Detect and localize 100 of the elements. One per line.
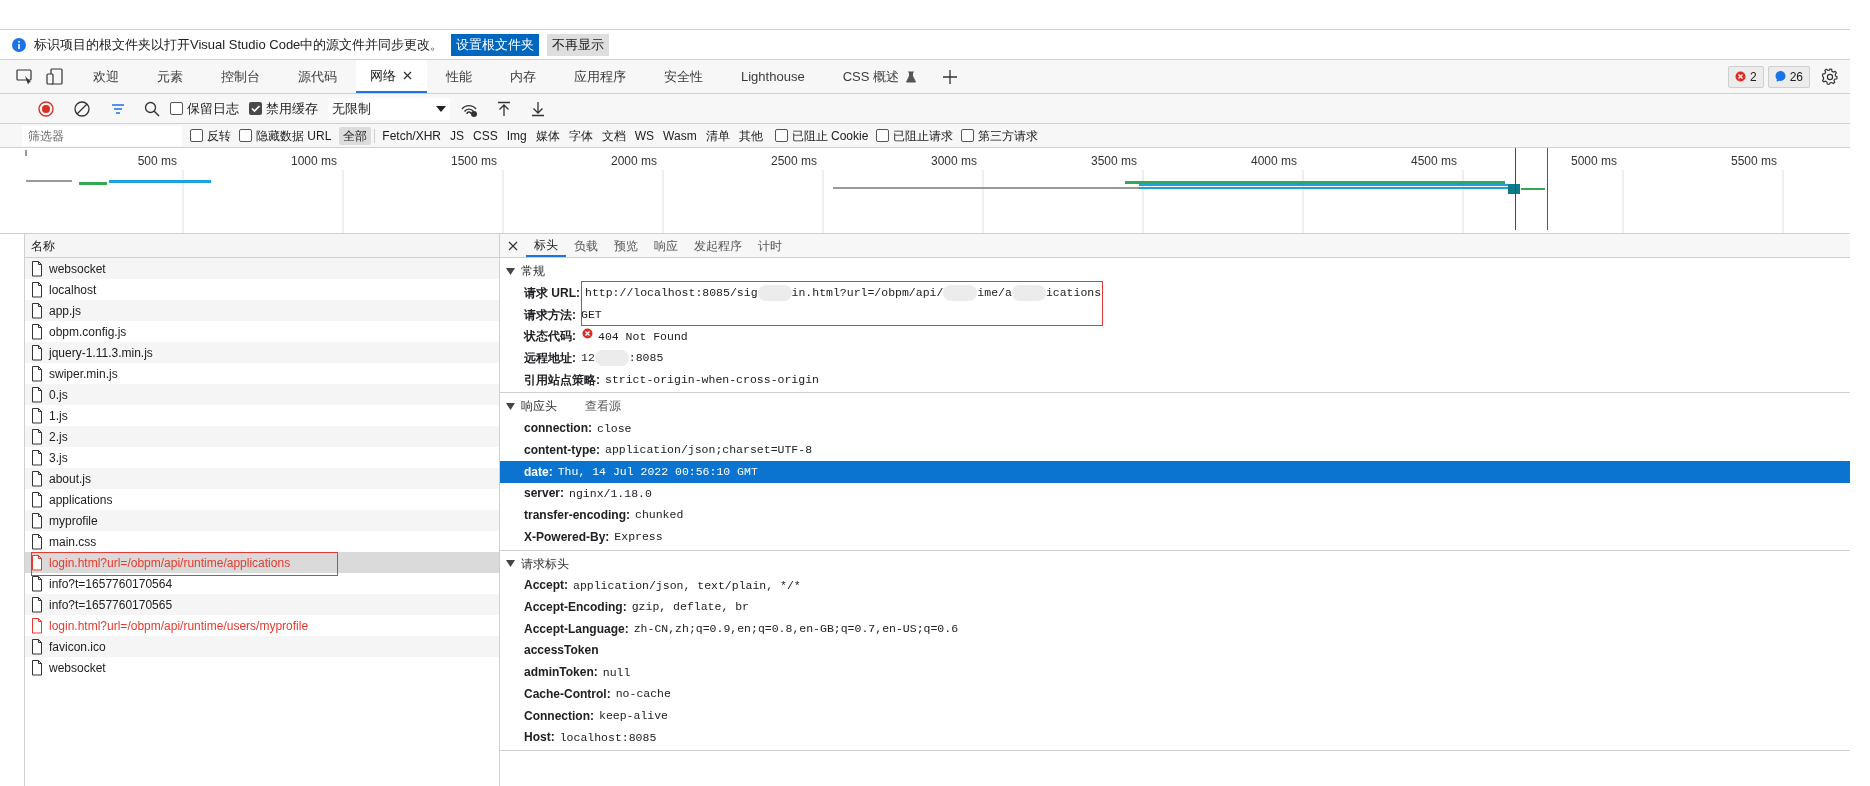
header-row[interactable]: Cache-Control: no-cache xyxy=(500,683,1850,705)
checkbox-label[interactable]: 已阻止请求 xyxy=(893,126,954,145)
filter-field[interactable]: 筛选器 xyxy=(22,125,182,146)
request-row[interactable]: myprofile xyxy=(25,510,499,531)
time-tick-label: 1500 ms xyxy=(450,153,497,170)
header-row[interactable]: Accept-Encoding: gzip, deflate, br xyxy=(500,596,1850,618)
type-filter[interactable]: JS xyxy=(446,126,469,145)
file-icon xyxy=(31,575,43,592)
request-row[interactable]: info?t=1657760170565 xyxy=(25,594,499,615)
request-row[interactable]: websocket xyxy=(25,258,499,279)
header-row[interactable]: adminToken: null xyxy=(500,661,1850,683)
header-row[interactable]: transfer-encoding: chunked xyxy=(500,504,1850,526)
checkbox[interactable] xyxy=(239,129,252,142)
search-icon[interactable] xyxy=(144,100,160,117)
checkbox-label[interactable]: 第三方请求 xyxy=(978,126,1039,145)
time-tick-label: 1000 ms xyxy=(290,153,337,170)
set-root-folder-button[interactable]: 设置根文件夹 xyxy=(451,33,540,56)
header-row[interactable]: Connection: keep-alive xyxy=(500,704,1850,727)
request-row[interactable]: app.js xyxy=(25,300,499,321)
type-filter[interactable]: 清单 xyxy=(701,126,734,145)
section-title[interactable]: 请求标头 xyxy=(521,554,569,573)
header-row[interactable]: 状态代码: 404 Not Found xyxy=(500,325,1850,348)
request-row[interactable]: about.js xyxy=(25,468,499,489)
column-header[interactable]: 名称 xyxy=(31,236,55,255)
device-icon[interactable] xyxy=(46,67,64,86)
type-filter[interactable]: 文档 xyxy=(597,126,630,145)
section-title[interactable]: 响应头 xyxy=(521,397,557,416)
devtools-tab[interactable]: 元素 xyxy=(138,60,202,93)
type-filter[interactable]: 媒体 xyxy=(531,126,564,145)
file-icon xyxy=(31,281,43,298)
checkbox[interactable] xyxy=(249,102,262,115)
request-row[interactable]: 0.js xyxy=(25,384,499,405)
disclosure-triangle-icon[interactable] xyxy=(506,559,515,569)
close-icon[interactable] xyxy=(508,240,518,251)
header-row[interactable]: 请求方法: GET xyxy=(500,303,1850,326)
type-filter[interactable]: Fetch/XHR xyxy=(378,126,446,145)
checkbox-label[interactable]: 禁用缓存 xyxy=(266,98,318,119)
checkbox-label[interactable]: 反转 xyxy=(207,126,231,145)
header-row[interactable]: connection: close xyxy=(500,417,1850,440)
header-row[interactable]: Accept: application/json, text/plain, */* xyxy=(500,574,1850,597)
devtools-tab[interactable]: 内存 xyxy=(491,60,555,93)
disclosure-triangle-icon[interactable] xyxy=(506,266,515,276)
checkbox-label[interactable]: 隐藏数据 URL xyxy=(256,126,332,145)
devtools-tab[interactable]: Lighthouse xyxy=(722,60,824,93)
header-row[interactable]: server: nginx/1.18.0 xyxy=(500,482,1850,505)
header-row[interactable]: accessToken xyxy=(500,639,1850,662)
devtools-tab[interactable]: 网络 xyxy=(356,60,427,93)
header-row[interactable]: X-Powered-By: Express xyxy=(500,525,1850,548)
section-title[interactable]: 常规 xyxy=(521,262,545,280)
close-icon[interactable] xyxy=(402,70,413,81)
devtools-tab[interactable]: 性能 xyxy=(427,60,491,93)
devtools-tab[interactable]: 欢迎 xyxy=(74,60,138,93)
header-row[interactable]: 远程地址: 12 :8085 xyxy=(500,347,1850,369)
error-count-button[interactable]: 2 xyxy=(1727,65,1764,88)
type-filter[interactable]: CSS xyxy=(469,126,502,145)
devtools-tab[interactable]: CSS 概述 xyxy=(823,60,936,93)
detail-tab[interactable]: 标头 xyxy=(526,234,566,257)
detail-tab[interactable]: 发起程序 xyxy=(686,234,750,257)
request-row[interactable]: jquery-1.11.3.min.js xyxy=(25,342,499,363)
request-row[interactable]: 2.js xyxy=(25,426,499,447)
devtools-tab[interactable]: 安全性 xyxy=(645,60,722,93)
detail-tab[interactable]: 计时 xyxy=(750,234,790,257)
checkbox[interactable] xyxy=(774,129,788,142)
type-filter[interactable]: 其他 xyxy=(734,126,767,145)
checkbox[interactable] xyxy=(876,129,890,142)
disclosure-triangle-icon[interactable] xyxy=(506,401,515,411)
devtools-tab[interactable]: 应用程序 xyxy=(555,60,645,93)
devtools-tab[interactable]: 源代码 xyxy=(279,60,356,93)
header-row[interactable]: date: Thu, 14 Jul 2022 00:56:10 GMT xyxy=(500,460,1850,483)
detail-tab[interactable]: 负载 xyxy=(566,234,606,257)
header-row[interactable]: Host: localhost:8085 xyxy=(500,726,1850,749)
checkbox[interactable] xyxy=(961,129,975,142)
download-icon[interactable] xyxy=(530,100,546,117)
checkbox-label[interactable]: 已阻止 Cookie xyxy=(791,126,869,145)
message-count-button[interactable]: 26 xyxy=(1767,65,1810,88)
devtools-tab[interactable]: 控制台 xyxy=(202,60,279,93)
header-row[interactable]: content-type: application/json;charset=UTF-8 xyxy=(500,439,1850,461)
header-row[interactable]: 请求 URL: http://localhost:8085/sig in.html?url=/obpm/api/ ime/a ications xyxy=(500,282,1850,304)
header-row[interactable]: 引用站点策略: strict-origin-when-cross-origin xyxy=(500,368,1850,391)
type-filter[interactable]: 全部 xyxy=(339,126,372,145)
upload-icon[interactable] xyxy=(496,100,512,117)
checkbox[interactable] xyxy=(190,129,203,142)
dismiss-button[interactable]: 不再显示 xyxy=(547,33,610,56)
detail-tab[interactable]: 响应 xyxy=(646,234,686,257)
request-row[interactable]: favicon.ico xyxy=(25,636,499,657)
throttle-dropdown[interactable]: 无限制 xyxy=(328,97,450,120)
type-filter[interactable]: WS xyxy=(630,126,659,145)
detail-tab[interactable]: 预览 xyxy=(606,234,646,257)
clear-icon[interactable] xyxy=(74,100,90,117)
add-tab-icon[interactable] xyxy=(941,68,958,85)
checkbox[interactable] xyxy=(170,102,183,115)
settings-icon[interactable] xyxy=(1820,66,1840,87)
type-filter[interactable]: Img xyxy=(502,126,531,145)
type-filter[interactable]: 字体 xyxy=(564,126,597,145)
view-source-link[interactable]: 查看源 xyxy=(585,397,621,416)
record-icon[interactable] xyxy=(38,100,54,117)
header-row[interactable]: Accept-Language: zh-CN,zh;q=0.9,en;q=0.8,en-GB;q=0.7,en-US;q=0.6 xyxy=(500,617,1850,640)
checkbox-label[interactable]: 保留日志 xyxy=(187,98,239,119)
type-filter[interactable]: Wasm xyxy=(659,126,701,145)
inspect-icon[interactable] xyxy=(16,67,34,86)
